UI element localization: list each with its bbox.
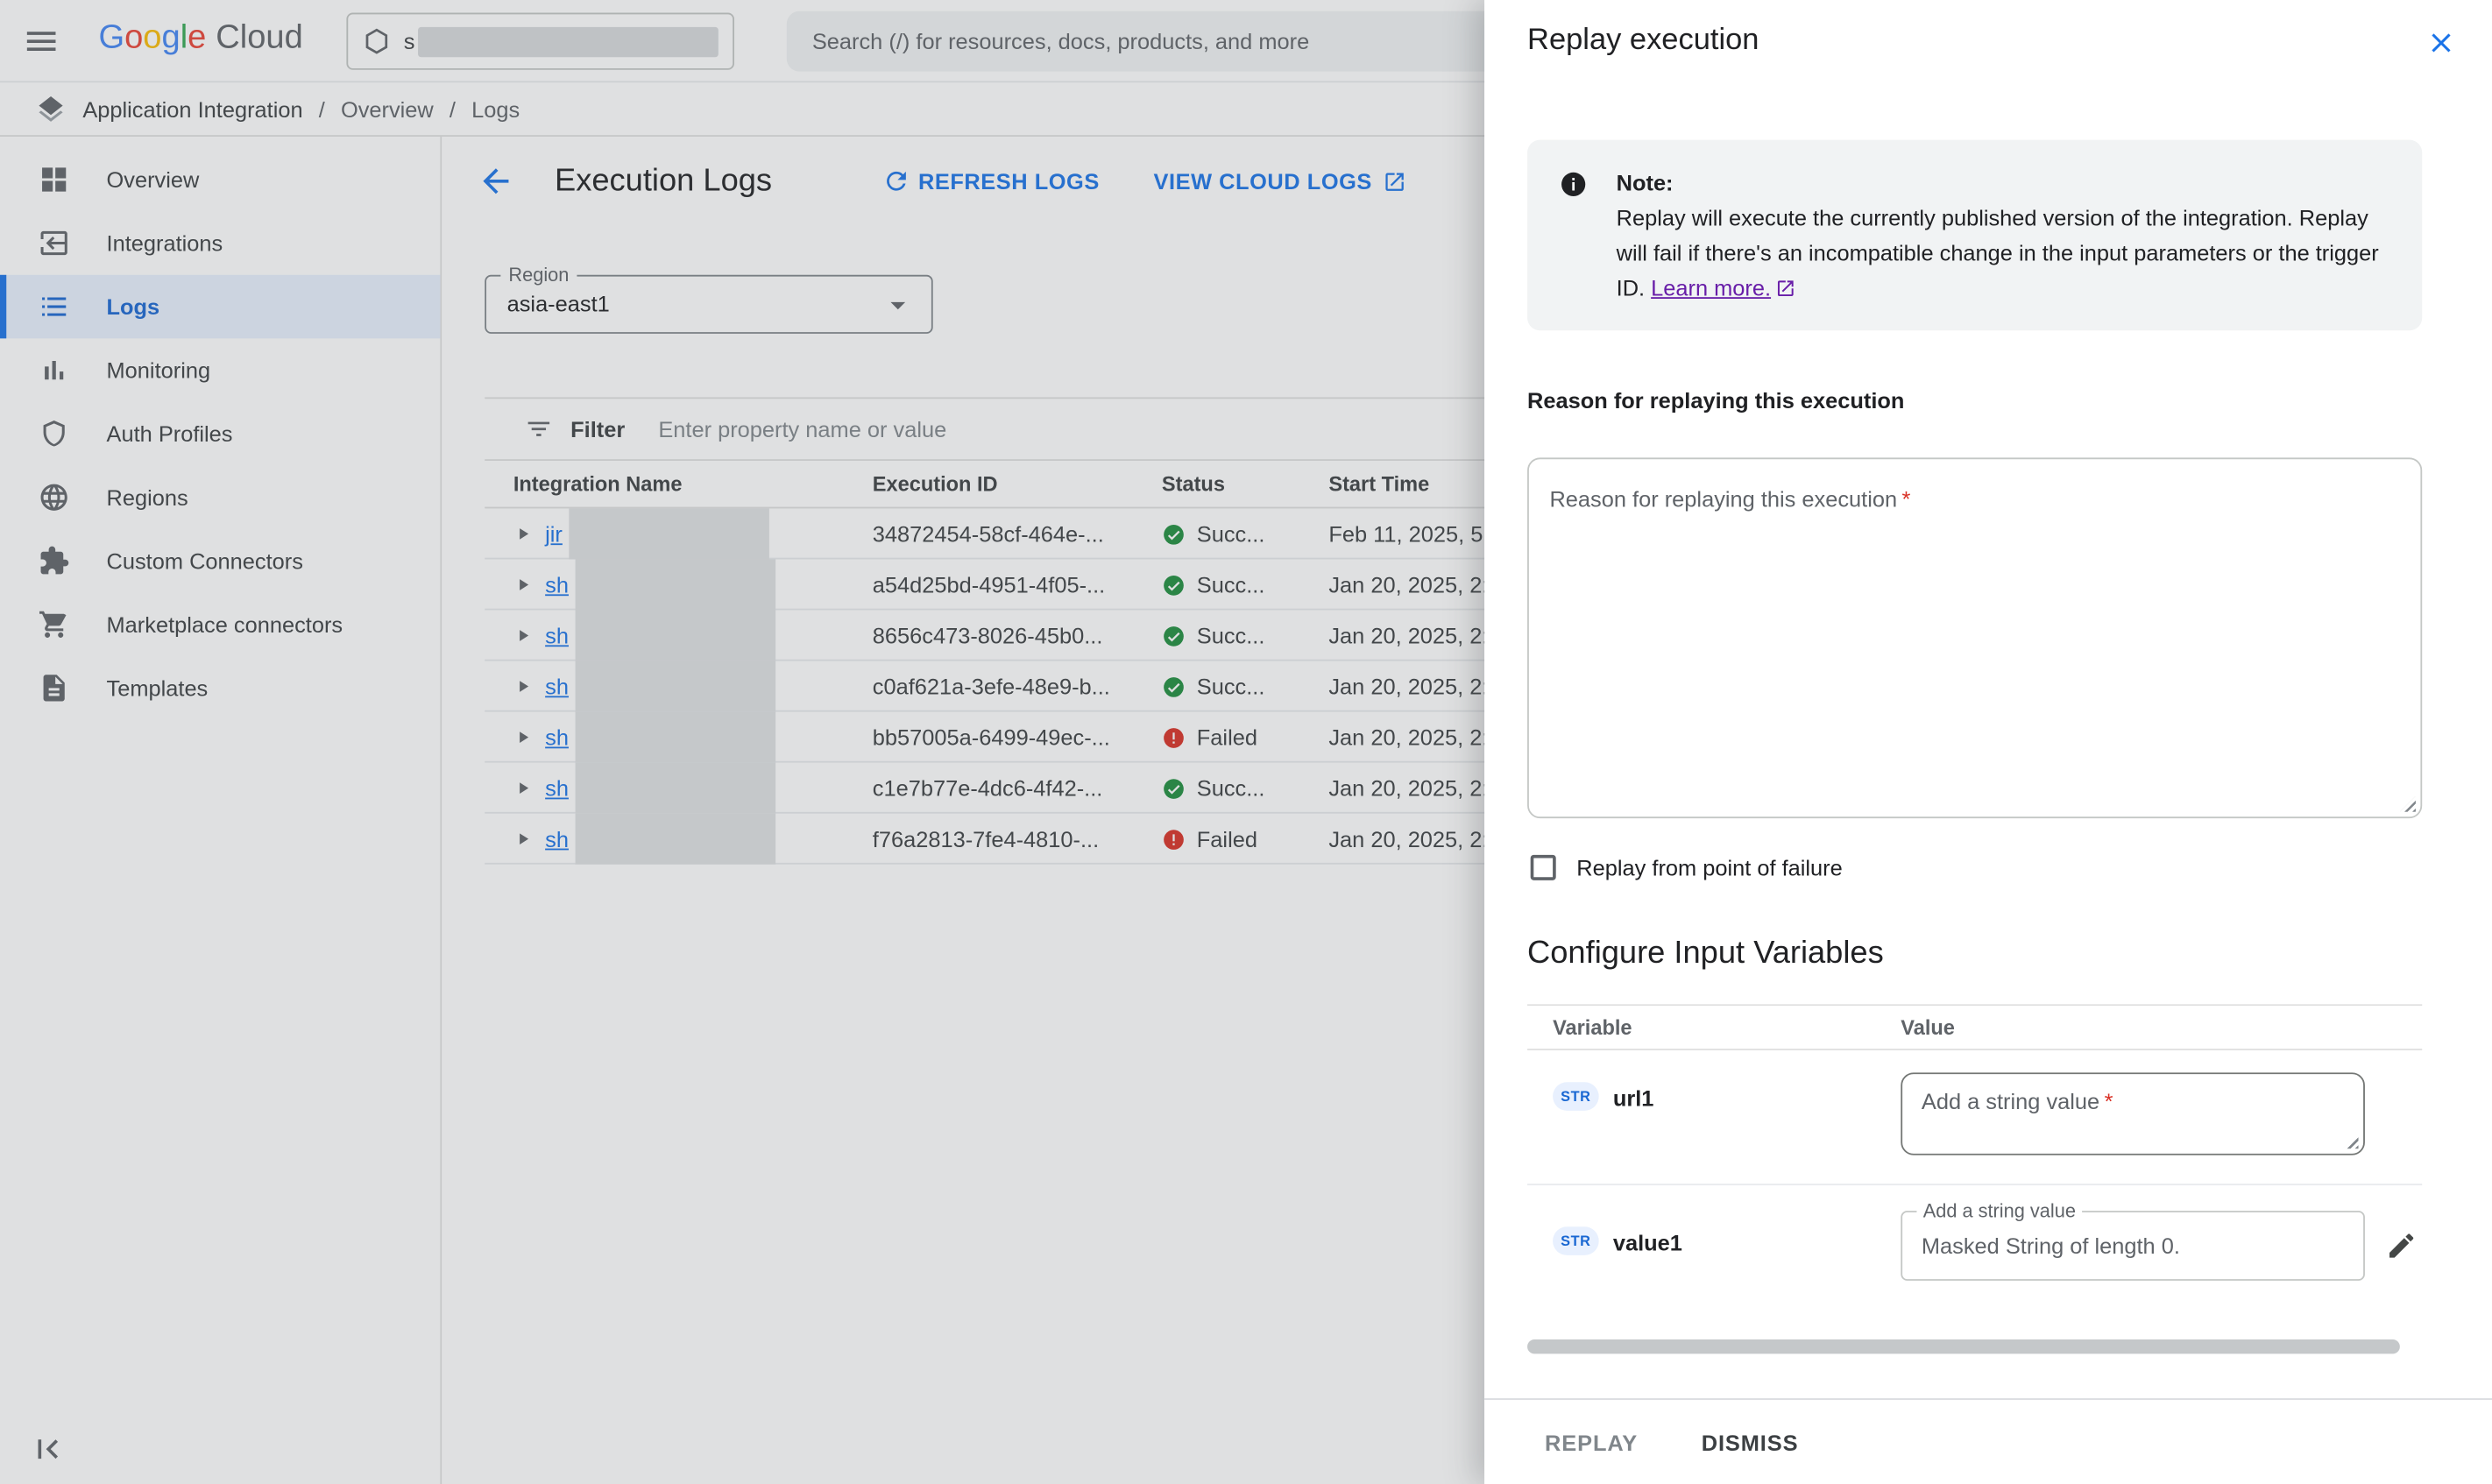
variable-type-badge: STR [1553, 1082, 1598, 1111]
variable-name: url1 [1613, 1085, 1654, 1111]
replay-execution-panel: Replay execution Note: Replay will execu… [1484, 0, 2492, 1484]
variable-row-url1: STR url1 Add a string value* [1527, 1050, 2422, 1185]
close-icon[interactable] [2425, 27, 2457, 59]
input-variables-table: Variable Value STR url1 Add a string val… [1527, 1004, 2422, 1318]
note-callout: Note: Replay will execute the currently … [1527, 140, 2422, 331]
dismiss-button[interactable]: DISMISS [1688, 1417, 1811, 1467]
note-heading: Note: [1617, 170, 1674, 195]
replay-from-failure-row: Replay from point of failure [1531, 855, 1843, 880]
replay-from-failure-checkbox[interactable] [1531, 855, 1556, 880]
configure-input-variables-heading: Configure Input Variables [1527, 936, 1884, 972]
info-icon [1559, 170, 1588, 305]
variable-type-badge: STR [1553, 1226, 1598, 1255]
reason-section-heading: Reason for replaying this execution [1527, 388, 1904, 413]
column-header-variable: Variable [1527, 1015, 1901, 1039]
required-asterisk: * [2105, 1088, 2113, 1113]
required-asterisk: * [1902, 486, 1911, 512]
column-header-value: Value [1901, 1015, 2422, 1039]
value-field-label: Add a string value [1916, 1199, 2082, 1221]
resize-grip-icon[interactable] [2400, 796, 2416, 812]
variable-row-value1: STR value1 Add a string value Masked Str… [1527, 1185, 2422, 1318]
value1-value-field[interactable]: Add a string value Masked String of leng… [1901, 1211, 2365, 1281]
edit-pencil-icon[interactable] [2386, 1230, 2418, 1261]
learn-more-link[interactable]: Learn more. [1651, 275, 1771, 300]
modal-scrim [0, 0, 1484, 1484]
reason-textarea[interactable]: Reason for replaying this execution* [1527, 457, 2422, 818]
panel-action-bar: REPLAY DISMISS [1484, 1398, 2492, 1484]
replay-from-failure-label: Replay from point of failure [1576, 855, 1842, 880]
horizontal-scrollbar[interactable] [1527, 1339, 2400, 1353]
google-cloud-console: G o o g l e Cloud s Application Integrat… [0, 0, 2492, 1484]
external-link-icon [1775, 278, 1796, 299]
panel-title: Replay execution [1527, 24, 1759, 59]
masked-value-text: Masked String of length 0. [1922, 1233, 2180, 1259]
resize-grip-icon[interactable] [2343, 1133, 2359, 1148]
variable-name: value1 [1613, 1230, 1682, 1255]
replay-button[interactable]: REPLAY [1533, 1417, 1651, 1467]
reason-placeholder: Reason for replaying this execution [1549, 486, 1897, 512]
variables-header-row: Variable Value [1527, 1006, 2422, 1050]
url1-value-textarea[interactable]: Add a string value* [1901, 1072, 2365, 1155]
value-placeholder: Add a string value [1922, 1088, 2099, 1113]
